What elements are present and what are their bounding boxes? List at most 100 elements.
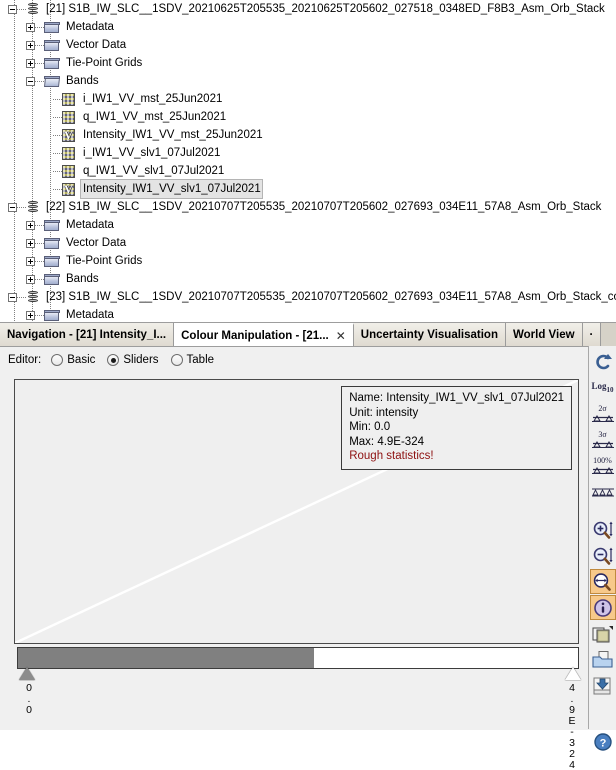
radio-button-icon[interactable] [51,354,64,366]
tree-node[interactable]: q_IW1_VV_mst_25Jun2021 [0,108,616,126]
tree-node-label: Intensity_IW1_VV_slv1_07Jul2021 [80,179,263,199]
editor-radio-sliders[interactable]: Sliders [107,354,159,366]
tree-connector [35,44,44,46]
export-palette-icon[interactable] [590,673,616,698]
zoom-in-horizontal-icon[interactable] [590,517,616,542]
show-info-icon[interactable] [589,595,616,620]
expand-node-icon[interactable] [26,274,35,284]
tree-node[interactable]: Metadata [0,306,616,322]
tree-node[interactable]: i_IW1_VV_slv1_07Jul2021 [0,144,616,162]
stretch-3-sigma-icon[interactable]: 3σ [590,427,616,452]
tree-node[interactable]: [22] S1B_IW_SLC__1SDV_20210707T205535_20… [0,198,616,216]
evenly-distribute-icon[interactable] [590,479,616,504]
editor-label: Editor: [8,354,42,366]
expand-node-icon[interactable] [26,58,35,68]
info-name: Name: Intensity_IW1_VV_slv1_07Jul2021 [349,392,564,404]
tree-node[interactable]: Intensity_IW1_VV_mst_25Jun2021 [0,126,616,144]
tab-label: World View [512,329,575,341]
stretch-2-sigma-icon[interactable]: 2σ [590,401,616,426]
folder-icon [44,237,60,250]
band-icon [62,146,75,160]
tree-node-label: [21] S1B_IW_SLC__1SDV_20210625T205535_20… [46,3,605,15]
zoom-horizontal-fit-icon[interactable] [589,569,616,594]
colour-ramp-slider-fill [18,648,314,668]
tab-item[interactable]: Navigation - [21] Intensity_I... [0,323,175,347]
product-icon [26,290,40,304]
editor-mode-row: Editor: Basic Sliders Table [0,347,588,373]
tab-item[interactable]: Colour Manipulation - [21... ✕ [174,323,354,347]
collapse-node-icon[interactable] [26,76,35,86]
colour-ramp-slider-track[interactable] [17,647,579,669]
expand-node-icon[interactable] [26,40,35,50]
tree-node[interactable]: Bands [0,270,616,288]
collapse-node-icon[interactable] [8,292,17,302]
import-palette-icon[interactable] [590,647,616,672]
tree-node-label: q_IW1_VV_slv1_07Jul2021 [83,165,225,177]
editor-radio-table[interactable]: Table [170,354,214,366]
tree-node[interactable]: i_IW1_VV_mst_25Jun2021 [0,90,616,108]
expand-node-icon[interactable] [26,238,35,248]
tree-connector [35,224,44,226]
folder-icon [44,255,60,268]
radio-button-icon[interactable] [107,354,120,366]
colour-manipulation-panel: Editor: Basic Sliders Table Name: Intensit… [0,346,616,770]
tree-node-label: Vector Data [66,237,127,249]
tree-connector [53,152,62,154]
tree-node[interactable]: Metadata [0,216,616,234]
tree-node-label: i_IW1_VV_slv1_07Jul2021 [83,147,221,159]
virtual-band-icon [62,128,75,142]
tree-node[interactable]: Intensity_IW1_VV_slv1_07Jul2021 [0,179,616,199]
slider-label-min: 0.0 [23,682,35,715]
tree-node[interactable]: Bands [0,72,616,90]
reset-icon[interactable] [590,349,616,374]
tree-connector [35,26,44,28]
band-icon [62,164,75,178]
stretch-100-percent-icon[interactable]: 100% [590,453,616,478]
tree-node[interactable]: [23] S1B_IW_SLC__1SDV_20210707T205535_20… [0,288,616,306]
panel-tab-bar[interactable]: Navigation - [21] Intensity_I... Colour M… [0,322,616,347]
product-explorer-tree[interactable]: [21] S1B_IW_SLC__1SDV_20210625T205535_20… [0,0,616,322]
tree-connector [53,188,62,190]
tree-connector [35,278,44,280]
tab-label: Navigation - [21] Intensity_I... [7,329,167,341]
editor-radio-basic[interactable]: Basic [51,354,95,366]
editor-radio-label: Sliders [123,354,159,366]
colour-ramp-editor[interactable]: Name: Intensity_IW1_VV_slv1_07Jul2021 Un… [14,379,581,770]
help-icon[interactable]: ? [590,729,616,754]
folder-icon [44,21,60,34]
tree-connector [35,62,44,64]
tree-node[interactable]: Tie-Point Grids [0,54,616,72]
radio-button-icon[interactable] [170,354,183,366]
expand-node-icon[interactable] [26,22,35,32]
tree-node[interactable]: q_IW1_VV_slv1_07Jul2021 [0,162,616,180]
expand-node-icon[interactable] [26,220,35,230]
folder-icon [44,309,60,322]
tree-node[interactable]: Vector Data [0,36,616,54]
tree-connector [17,206,26,208]
tree-connector [17,296,26,298]
tree-node[interactable]: [21] S1B_IW_SLC__1SDV_20210625T205535_20… [0,0,616,18]
slider-thumb-min[interactable] [19,667,35,680]
tree-node-label: i_IW1_VV_mst_25Jun2021 [83,93,223,105]
tab-item[interactable]: Uncertainty Visualisation [353,323,506,347]
tab-item[interactable]: · [582,323,602,347]
expand-node-icon[interactable] [26,310,35,320]
folder-icon [44,219,60,232]
slider-thumb-max[interactable] [565,667,581,680]
collapse-node-icon[interactable] [8,202,17,212]
tree-node[interactable]: Vector Data [0,234,616,252]
expand-node-icon[interactable] [26,256,35,266]
zoom-out-horizontal-icon[interactable] [590,543,616,568]
tree-node[interactable]: Metadata [0,18,616,36]
tab-item[interactable]: World View [505,323,583,347]
tree-node[interactable]: Tie-Point Grids [0,252,616,270]
tree-node-label: Intensity_IW1_VV_mst_25Jun2021 [83,129,263,141]
folder-open-icon [44,75,60,88]
transfer-curve-chart[interactable]: Name: Intensity_IW1_VV_slv1_07Jul2021 Un… [14,379,579,644]
multi-apply-icon[interactable] [590,621,616,646]
collapse-node-icon[interactable] [8,4,17,14]
product-icon [26,200,40,214]
colour-manipulation-toolbar[interactable]: Log10 2σ 3σ 100%? [588,346,616,751]
log10-display-icon[interactable]: Log10 [590,375,616,400]
tab-close-icon[interactable]: ✕ [336,330,346,342]
